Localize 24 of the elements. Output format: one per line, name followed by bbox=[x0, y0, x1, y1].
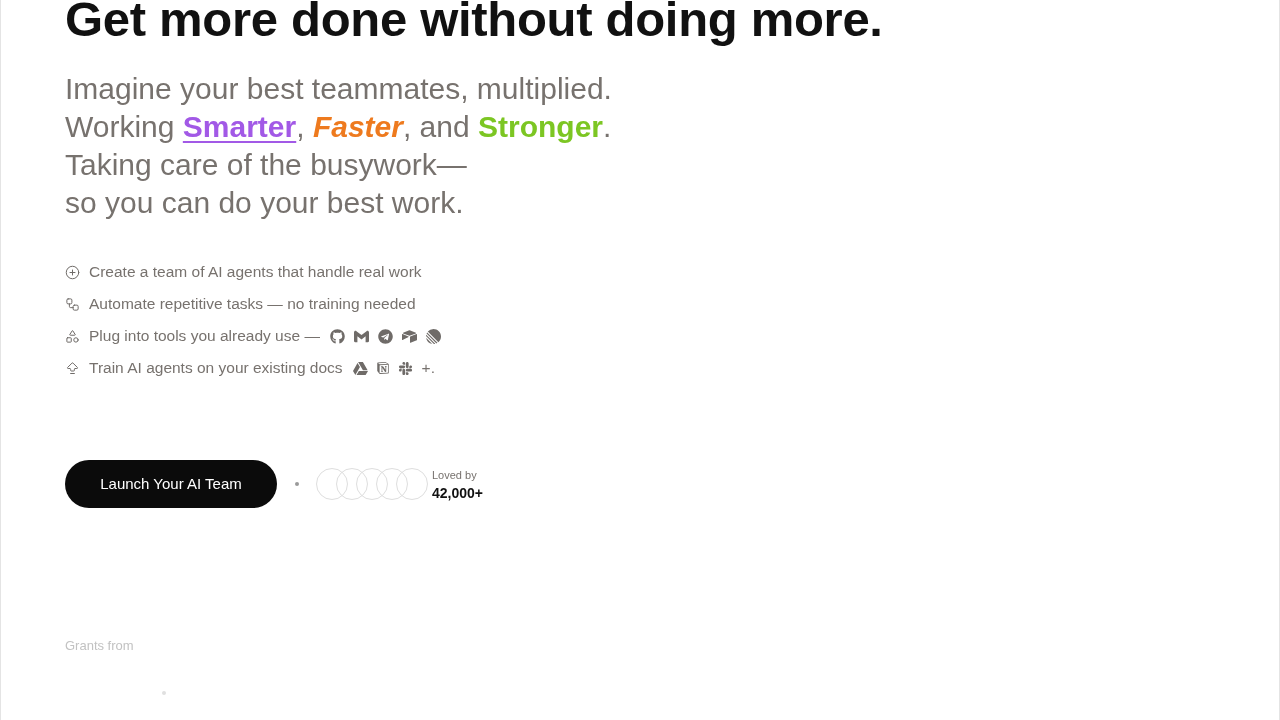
feature-text: Train AI agents on your existing docs bbox=[89, 358, 343, 379]
launch-button[interactable]: Launch Your AI Team bbox=[65, 460, 277, 508]
feature-text: Create a team of AI agents that handle real work bbox=[89, 262, 422, 283]
upload-arrow-icon bbox=[65, 360, 80, 376]
slack-icon bbox=[397, 360, 413, 376]
shapes-icon bbox=[65, 328, 80, 344]
feature-text: Automate repetitive tasks — no training needed bbox=[89, 294, 416, 315]
loved-by-label: Loved by bbox=[432, 467, 478, 482]
grants-label: Grants from bbox=[65, 637, 134, 655]
notion-icon bbox=[376, 362, 389, 374]
text-link[interactable]: Smarter bbox=[182, 110, 297, 143]
workflow-icon bbox=[65, 296, 80, 312]
plus-circle-icon bbox=[65, 264, 80, 280]
linear-icon bbox=[425, 328, 441, 344]
user-count: 42,000+ bbox=[432, 484, 483, 501]
github-icon bbox=[329, 328, 345, 344]
more-text: +. bbox=[421, 358, 435, 379]
telegram-icon bbox=[377, 328, 393, 344]
airtable-icon bbox=[401, 328, 417, 344]
page-heading: Get more done without doing more. bbox=[65, 0, 883, 44]
subtitle-text: Imagine your best teammates, multiplied. Working Smarter, Faster, and Stronger. Taking care of the busywork— so you can do your best work. bbox=[65, 71, 612, 221]
google-drive-icon bbox=[352, 360, 368, 376]
feature-text: Plug into tools you already use — bbox=[89, 326, 320, 347]
gmail-icon bbox=[353, 328, 369, 344]
